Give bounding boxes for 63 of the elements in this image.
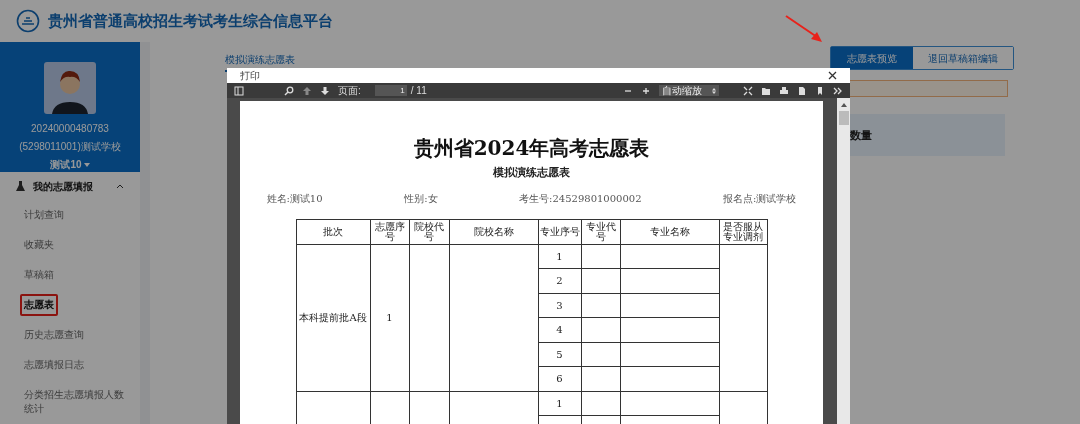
close-icon[interactable] <box>828 71 837 80</box>
document-subtitle: 模拟演练志愿表 <box>493 165 570 181</box>
bookmark-icon[interactable] <box>815 85 825 96</box>
up-arrow-icon[interactable] <box>302 85 312 96</box>
info-field: 考生号:24529801000002 <box>519 190 642 206</box>
nav-item[interactable]: 收藏夹 <box>20 234 58 256</box>
table-cell: 4 <box>538 317 581 342</box>
page-input[interactable]: 1 <box>374 85 407 96</box>
double-chevron-icon[interactable] <box>833 85 843 96</box>
table-cell: 2 <box>538 268 581 293</box>
document-icon[interactable] <box>797 85 807 96</box>
column-header: 批次 <box>296 219 370 244</box>
scrollbar-thumb[interactable] <box>838 111 849 125</box>
print-icon[interactable] <box>779 85 789 96</box>
site-title: 贵州省普通高校招生考试考生综合信息平台 <box>48 10 333 31</box>
nav-item[interactable]: 志愿填报日志 <box>20 354 88 376</box>
user-menu[interactable]: 测试10 <box>50 157 90 172</box>
caret-icon <box>83 162 90 167</box>
nav-item[interactable]: 分类招生志愿填报人数统计 <box>20 384 132 420</box>
folder-icon[interactable] <box>761 85 771 96</box>
logo-icon <box>16 9 40 33</box>
panel-label: 数量 <box>850 127 872 143</box>
column-header: 院校名称 <box>449 219 538 244</box>
chevron-icon <box>116 183 124 189</box>
table-cell: 1 <box>370 244 409 391</box>
column-header: 专业代号 <box>581 219 620 244</box>
column-header: 专业名称 <box>620 219 719 244</box>
column-header: 是否服从专业调剂 <box>719 219 767 244</box>
down-arrow-icon[interactable] <box>320 85 330 96</box>
annotation-arrow <box>784 14 824 44</box>
table-cell: 1 <box>538 391 581 416</box>
spinner-icon <box>711 87 716 94</box>
zoom-select[interactable]: 自动缩放 <box>658 85 719 96</box>
zoom-in-icon[interactable] <box>640 85 651 96</box>
dialog-title: 打印 <box>240 69 260 83</box>
info-field: 姓名:测试10 <box>266 190 323 206</box>
nav-item[interactable]: 草稿箱 <box>20 264 58 286</box>
flask-icon <box>16 181 25 191</box>
table-cell: 5 <box>538 342 581 367</box>
column-header: 院校代号 <box>409 219 449 244</box>
column-header: 专业序号 <box>538 219 581 244</box>
school-name: (5298011001)测试学校 <box>19 140 121 154</box>
search-icon[interactable] <box>284 85 294 96</box>
nav-group[interactable]: 我的志愿填报 <box>0 172 140 200</box>
table-cell: 本科提前批A段 <box>296 244 370 391</box>
nav-item[interactable]: 计划查询 <box>20 204 68 226</box>
info-field: 性别:女 <box>404 190 438 206</box>
sidebar-toggle-icon[interactable] <box>234 85 244 96</box>
nav-item[interactable]: 历史志愿查询 <box>20 324 88 346</box>
document-title: 贵州省2024年高考志愿表 <box>413 135 650 162</box>
nav-item[interactable]: 志愿表 <box>20 294 58 316</box>
table-cell: 3 <box>538 293 581 318</box>
column-header: 志愿序号 <box>370 219 409 244</box>
info-field: 报名点:测试学校 <box>723 190 797 206</box>
page-label: 页面: <box>338 84 361 98</box>
avatar-icon <box>44 62 96 114</box>
table-cell: 1 <box>538 244 581 269</box>
student-id: 20240000480783 <box>31 122 109 136</box>
toolbar-button[interactable]: 志愿表预览 <box>831 47 913 69</box>
scroll-up-icon[interactable] <box>840 103 847 107</box>
page-total: / 11 <box>410 84 427 98</box>
table-cell: 6 <box>538 366 581 391</box>
fullscreen-icon[interactable] <box>743 85 753 96</box>
